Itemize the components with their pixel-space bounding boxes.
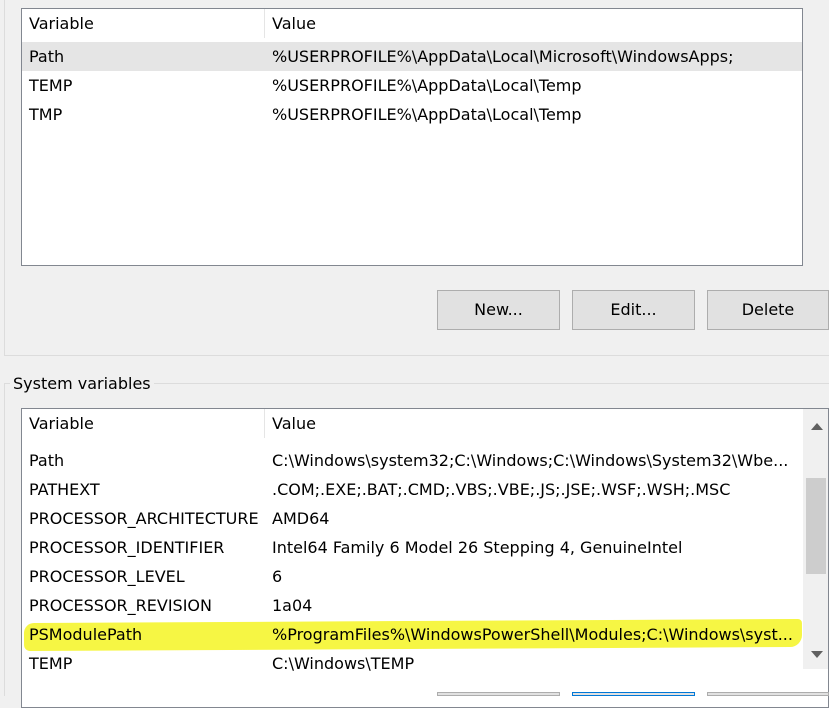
system-new-button[interactable] <box>437 692 560 696</box>
header-variable[interactable]: Variable <box>22 9 264 38</box>
cell-value: C:\Windows\TEMP <box>272 654 415 673</box>
cell-variable: TEMP <box>29 76 73 95</box>
cell-variable: TEMP <box>29 654 73 673</box>
cell-value: %ProgramFiles%\WindowsPowerShell\Modules… <box>272 625 793 644</box>
cell-value: Intel64 Family 6 Model 26 Stepping 4, Ge… <box>272 538 683 557</box>
table-row[interactable]: PROCESSOR_REVISION 1a04 <box>22 591 804 620</box>
table-row[interactable]: PROCESSOR_IDENTIFIER Intel64 Family 6 Mo… <box>22 533 804 562</box>
system-group-border-left <box>4 383 5 696</box>
cell-value: .COM;.EXE;.BAT;.CMD;.VBS;.VBE;.JS;.JSE;.… <box>272 480 731 499</box>
scrollbar-thumb[interactable] <box>806 478 826 574</box>
table-row[interactable]: PATHEXT .COM;.EXE;.BAT;.CMD;.VBS;.VBE;.J… <box>22 475 804 504</box>
cell-variable: Path <box>29 451 65 470</box>
cell-value: %USERPROFILE%\AppData\Local\Temp <box>272 76 582 95</box>
header-variable[interactable]: Variable <box>22 409 264 438</box>
cell-variable: Path <box>29 47 65 66</box>
system-variables-label: System variables <box>10 373 154 395</box>
new-button[interactable]: New... <box>437 290 560 330</box>
vertical-scrollbar[interactable] <box>803 409 828 669</box>
table-row[interactable]: PROCESSOR_ARCHITECTURE AMD64 <box>22 504 804 533</box>
cell-variable: PROCESSOR_REVISION <box>29 596 212 615</box>
user-list-header: Variable Value <box>22 9 802 38</box>
cell-value: %USERPROFILE%\AppData\Local\Temp <box>272 105 582 124</box>
scroll-down-arrow-icon[interactable] <box>811 651 823 658</box>
cell-value: 1a04 <box>272 596 313 615</box>
system-delete-button[interactable] <box>707 692 829 696</box>
cell-variable: PROCESSOR_IDENTIFIER <box>29 538 225 557</box>
cell-variable: PSModulePath <box>29 625 143 644</box>
edit-button[interactable]: Edit... <box>572 290 695 330</box>
system-variables-list[interactable]: Variable Value Path C:\Windows\system32;… <box>21 408 829 708</box>
table-row[interactable]: Path C:\Windows\system32;C:\Windows;C:\W… <box>22 446 804 475</box>
system-list-header: Variable Value <box>22 409 828 438</box>
header-value[interactable]: Value <box>265 9 785 38</box>
cell-variable: PROCESSOR_ARCHITECTURE <box>29 509 259 528</box>
user-group-border-left <box>4 0 5 356</box>
system-edit-button[interactable] <box>572 692 695 696</box>
table-row[interactable]: TMP %USERPROFILE%\AppData\Local\Temp <box>22 100 802 129</box>
cell-variable: TMP <box>29 105 63 124</box>
cell-value: AMD64 <box>272 509 330 528</box>
user-group-border-bottom <box>4 355 829 356</box>
table-row[interactable]: Path %USERPROFILE%\AppData\Local\Microso… <box>22 42 802 71</box>
cell-value: C:\Windows\system32;C:\Windows;C:\Window… <box>272 451 789 470</box>
user-variables-list[interactable]: Variable Value Path %USERPROFILE%\AppDat… <box>21 8 803 266</box>
table-row[interactable]: PROCESSOR_LEVEL 6 <box>22 562 804 591</box>
cell-variable: PATHEXT <box>29 480 100 499</box>
table-row[interactable]: PSModulePath %ProgramFiles%\WindowsPower… <box>22 620 804 649</box>
cell-value: %USERPROFILE%\AppData\Local\Microsoft\Wi… <box>272 47 734 66</box>
table-row[interactable]: TEMP C:\Windows\TEMP <box>22 649 804 678</box>
cell-value: 6 <box>272 567 283 586</box>
table-row[interactable]: TEMP %USERPROFILE%\AppData\Local\Temp <box>22 71 802 100</box>
scroll-up-arrow-icon[interactable] <box>811 423 823 430</box>
header-value[interactable]: Value <box>265 409 803 438</box>
delete-button[interactable]: Delete <box>707 290 829 330</box>
cell-variable: PROCESSOR_LEVEL <box>29 567 185 586</box>
